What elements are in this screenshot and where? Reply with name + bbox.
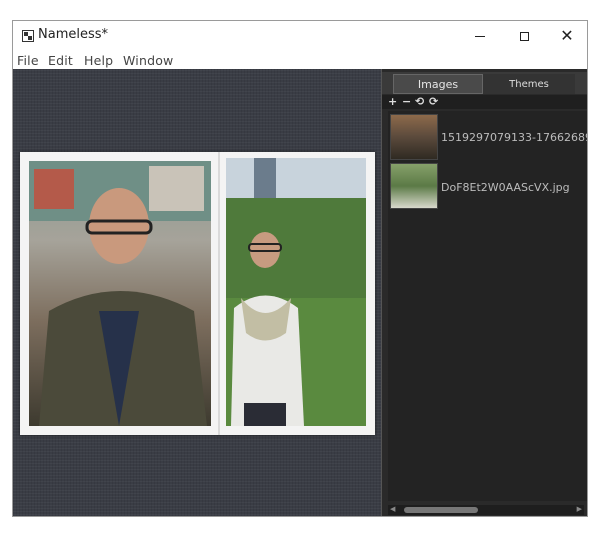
collage-canvas[interactable] bbox=[13, 69, 381, 516]
scrollbar-thumb[interactable] bbox=[404, 507, 478, 513]
image-list[interactable]: 1519297079133-17662689_1... DoF8Et2W0AAS… bbox=[388, 111, 587, 501]
photo-2-figure bbox=[226, 158, 366, 426]
minimize-icon bbox=[475, 35, 485, 37]
panel-toolbar: + − ⟲ ⟳ bbox=[382, 95, 587, 109]
add-image-button[interactable]: + bbox=[388, 95, 397, 108]
app-icon bbox=[22, 30, 34, 42]
image-thumbnail[interactable] bbox=[390, 114, 438, 160]
minimize-button[interactable] bbox=[458, 21, 502, 51]
tab-themes[interactable]: Themes bbox=[483, 74, 575, 94]
remove-image-button[interactable]: − bbox=[402, 95, 411, 108]
image-thumbnail[interactable] bbox=[390, 163, 438, 209]
title-bar[interactable]: Nameless* ✕ bbox=[13, 21, 587, 51]
image-filename[interactable]: DoF8Et2W0AAScVX.jpg bbox=[441, 181, 570, 194]
close-button[interactable]: ✕ bbox=[545, 21, 587, 51]
horizontal-scrollbar[interactable]: ◀ ▶ bbox=[388, 505, 584, 515]
collage-photo-1[interactable] bbox=[29, 161, 211, 426]
close-icon: ✕ bbox=[560, 26, 574, 45]
menu-file[interactable]: File bbox=[17, 53, 39, 68]
panel-tab-bar: Images Themes bbox=[382, 72, 587, 94]
rotate-right-button[interactable]: ⟳ bbox=[429, 95, 438, 108]
maximize-button[interactable] bbox=[502, 21, 546, 51]
tab-images[interactable]: Images bbox=[393, 74, 483, 94]
window-title: Nameless* bbox=[38, 27, 109, 42]
image-filename[interactable]: 1519297079133-17662689_1... bbox=[441, 131, 587, 144]
photo-divider[interactable] bbox=[218, 152, 220, 435]
scroll-left-icon[interactable]: ◀ bbox=[390, 505, 395, 513]
collage-photo-2[interactable] bbox=[226, 158, 366, 426]
collage-page[interactable] bbox=[20, 152, 375, 435]
menu-edit[interactable]: Edit bbox=[48, 53, 73, 68]
maximize-icon bbox=[519, 31, 529, 41]
scroll-right-icon[interactable]: ▶ bbox=[577, 505, 582, 513]
rotate-left-button[interactable]: ⟲ bbox=[415, 95, 424, 108]
app-window: Nameless* ✕ File Edit Help Window Images… bbox=[12, 20, 588, 517]
menu-window[interactable]: Window bbox=[123, 53, 174, 68]
photo-1-figure bbox=[29, 161, 211, 426]
images-panel: Images Themes + − ⟲ ⟳ 1519297079133-1766… bbox=[381, 69, 587, 516]
menu-bar: File Edit Help Window bbox=[13, 52, 587, 68]
menu-help[interactable]: Help bbox=[84, 53, 113, 68]
